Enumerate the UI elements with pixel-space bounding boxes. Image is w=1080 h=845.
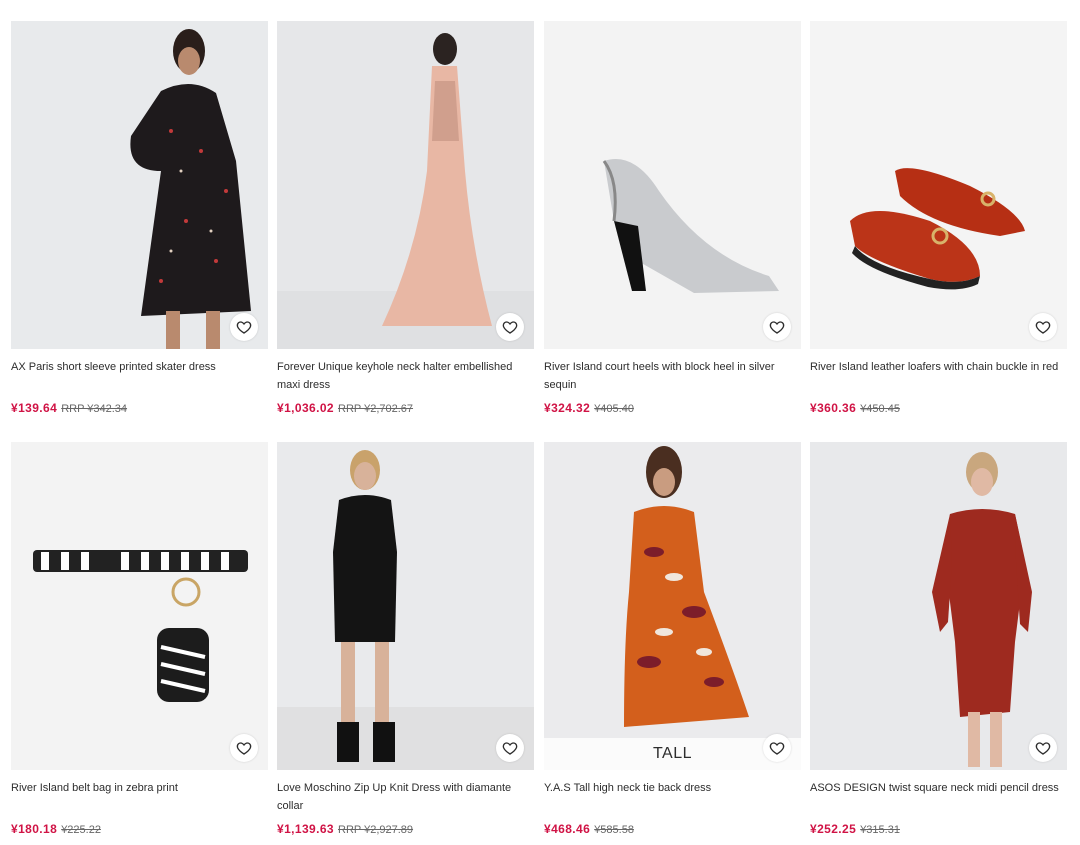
product-price: ¥252.25 ¥315.31 xyxy=(810,821,1067,838)
original-price: ¥315.31 xyxy=(860,824,900,836)
product-name[interactable]: River Island belt bag in zebra print xyxy=(11,779,268,815)
save-for-later-button[interactable] xyxy=(1029,313,1057,341)
product-card[interactable]: TALL Y.A.S Tall high neck tie back dress… xyxy=(544,442,801,838)
product-name[interactable]: River Island leather loafers with chain … xyxy=(810,358,1067,394)
heart-icon xyxy=(1035,742,1051,755)
product-image[interactable] xyxy=(11,21,268,349)
original-price: ¥225.22 xyxy=(61,824,101,836)
product-name[interactable]: ASOS DESIGN twist square neck midi penci… xyxy=(810,779,1067,815)
product-card[interactable]: AX Paris short sleeve printed skater dre… xyxy=(11,21,268,417)
original-price: ¥585.58 xyxy=(594,824,634,836)
product-card[interactable]: Love Moschino Zip Up Knit Dress with dia… xyxy=(277,442,534,838)
original-price: RRP ¥2,702.67 xyxy=(338,403,414,415)
product-image[interactable] xyxy=(544,21,801,349)
save-for-later-button[interactable] xyxy=(496,734,524,762)
product-price: ¥468.46 ¥585.58 xyxy=(544,821,801,838)
product-card[interactable]: River Island leather loafers with chain … xyxy=(810,21,1067,417)
heart-icon xyxy=(769,742,785,755)
sale-price: ¥360.36 xyxy=(810,401,857,415)
product-name[interactable]: Y.A.S Tall high neck tie back dress xyxy=(544,779,801,815)
product-image[interactable] xyxy=(810,442,1067,770)
product-name[interactable]: Forever Unique keyhole neck halter embel… xyxy=(277,358,534,394)
sale-price: ¥468.46 xyxy=(544,822,591,836)
original-price: ¥405.40 xyxy=(594,403,634,415)
product-price: ¥1,139.63 RRP ¥2,927.89 xyxy=(277,821,534,838)
product-image[interactable] xyxy=(11,442,268,770)
product-name[interactable]: AX Paris short sleeve printed skater dre… xyxy=(11,358,268,394)
product-image[interactable] xyxy=(277,442,534,770)
product-card[interactable]: Forever Unique keyhole neck halter embel… xyxy=(277,21,534,417)
original-price: RRP ¥342.34 xyxy=(61,403,128,415)
save-for-later-button[interactable] xyxy=(496,313,524,341)
product-image[interactable]: TALL xyxy=(544,442,801,770)
save-for-later-button[interactable] xyxy=(763,734,791,762)
original-price: ¥450.45 xyxy=(860,403,900,415)
product-price: ¥139.64 RRP ¥342.34 xyxy=(11,400,268,417)
tall-badge: TALL xyxy=(544,738,801,770)
product-price: ¥180.18 ¥225.22 xyxy=(11,821,268,838)
sale-price: ¥324.32 xyxy=(544,401,591,415)
product-price: ¥1,036.02 RRP ¥2,702.67 xyxy=(277,400,534,417)
save-for-later-button[interactable] xyxy=(230,734,258,762)
original-price: RRP ¥2,927.89 xyxy=(338,824,414,836)
product-card[interactable]: ASOS DESIGN twist square neck midi penci… xyxy=(810,442,1067,838)
product-price: ¥324.32 ¥405.40 xyxy=(544,400,801,417)
heart-icon xyxy=(236,321,252,334)
heart-icon xyxy=(769,321,785,334)
product-image[interactable] xyxy=(810,21,1067,349)
sale-price: ¥1,139.63 xyxy=(277,822,334,836)
product-name[interactable]: River Island court heels with block heel… xyxy=(544,358,801,394)
product-image[interactable] xyxy=(277,21,534,349)
save-for-later-button[interactable] xyxy=(1029,734,1057,762)
product-price: ¥360.36 ¥450.45 xyxy=(810,400,1067,417)
heart-icon xyxy=(502,321,518,334)
product-card[interactable]: River Island court heels with block heel… xyxy=(544,21,801,417)
product-grid: AX Paris short sleeve printed skater dre… xyxy=(0,0,1080,845)
sale-price: ¥252.25 xyxy=(810,822,857,836)
heart-icon xyxy=(236,742,252,755)
heart-icon xyxy=(1035,321,1051,334)
sale-price: ¥1,036.02 xyxy=(277,401,334,415)
save-for-later-button[interactable] xyxy=(230,313,258,341)
product-card[interactable]: River Island belt bag in zebra print ¥18… xyxy=(11,442,268,838)
heart-icon xyxy=(502,742,518,755)
save-for-later-button[interactable] xyxy=(763,313,791,341)
product-name[interactable]: Love Moschino Zip Up Knit Dress with dia… xyxy=(277,779,534,815)
sale-price: ¥139.64 xyxy=(11,401,58,415)
sale-price: ¥180.18 xyxy=(11,822,58,836)
